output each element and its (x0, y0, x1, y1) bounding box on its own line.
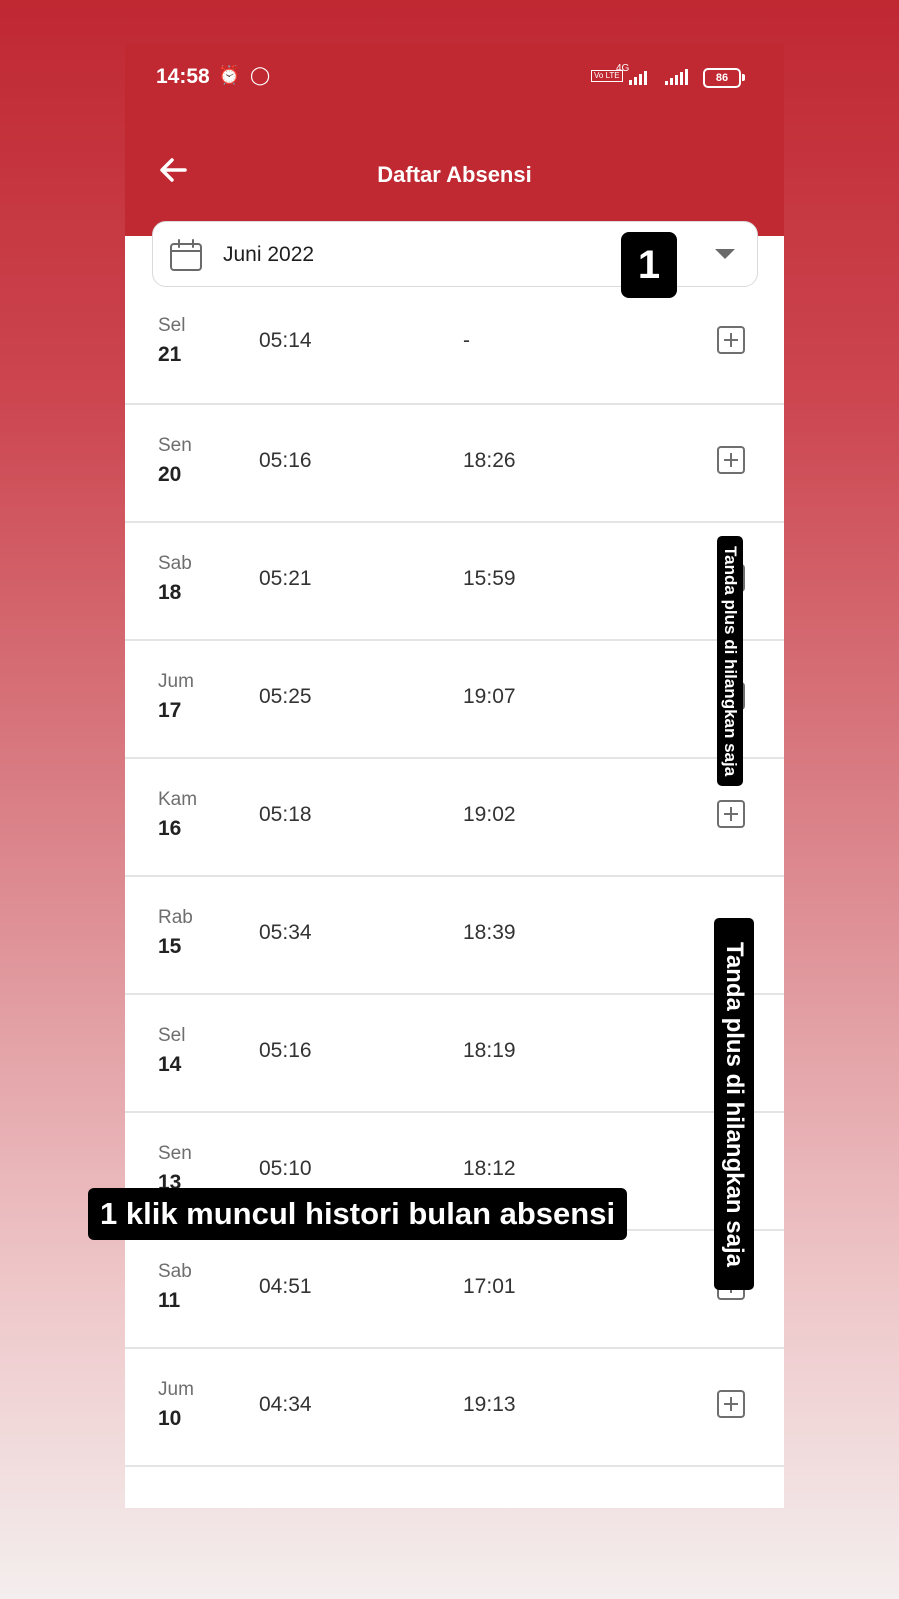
attendance-row: Jum 10 04:34 19:13 (125, 1349, 784, 1467)
phone-screen: 14:58 ⏰ ◯ Vo LTE 4G 86 Daftar Absensi Ju… (125, 43, 784, 1508)
check-in-time: 05:14 (259, 329, 312, 352)
check-in-time: 05:18 (259, 803, 312, 826)
annotation-caption-month: 1 klik muncul histori bulan absensi (88, 1188, 628, 1240)
attendance-row: Sab 18 05:21 15:59 (125, 523, 784, 641)
attendance-list: Sel 21 05:14 - Sen 20 05:16 18:26 Sab 18 05:21 15:5… (125, 285, 784, 1467)
add-icon[interactable] (717, 800, 745, 828)
check-in-time: 05:10 (259, 1157, 312, 1180)
month-value: Juni 2022 (223, 243, 315, 266)
add-icon[interactable] (717, 1390, 745, 1418)
day-name: Sab (158, 553, 192, 574)
day-name: Rab (158, 907, 193, 928)
status-bar: 14:58 ⏰ ◯ Vo LTE 4G 86 (125, 43, 784, 115)
day-date: 14 (158, 1053, 182, 1076)
battery-icon: 86 (703, 68, 741, 88)
day-date: 16 (158, 817, 182, 840)
annotation-marker: 1 (621, 232, 677, 298)
check-in-time: 05:16 (259, 1039, 312, 1062)
calendar-icon (170, 239, 202, 271)
check-out-time: 19:02 (463, 803, 516, 826)
attendance-row: Rab 15 05:34 18:39 (125, 877, 784, 995)
attendance-row: Sen 20 05:16 18:26 (125, 405, 784, 523)
day-name: Jum (158, 1379, 194, 1400)
check-out-time: 18:19 (463, 1039, 516, 1062)
check-in-time: 05:25 (259, 685, 312, 708)
signal-icon (629, 69, 647, 85)
add-icon[interactable] (717, 446, 745, 474)
check-in-time: 05:16 (259, 449, 312, 472)
status-time: 14:58 (156, 65, 210, 88)
day-name: Sen (158, 435, 192, 456)
check-in-time: 05:34 (259, 921, 312, 944)
day-name: Jum (158, 671, 194, 692)
day-date: 11 (158, 1289, 181, 1312)
network-type: 4G (616, 63, 630, 74)
chevron-down-icon (715, 249, 735, 259)
check-out-time: - (463, 329, 470, 352)
day-name: Kam (158, 789, 198, 810)
check-out-time: 17:01 (463, 1275, 516, 1298)
check-in-time: 05:21 (259, 567, 312, 590)
day-date: 21 (158, 343, 182, 366)
check-out-time: 18:12 (463, 1157, 516, 1180)
alarm-icon: ⏰ (218, 65, 241, 85)
whatsapp-icon: ◯ (250, 65, 271, 85)
check-out-time: 18:39 (463, 921, 516, 944)
check-in-time: 04:34 (259, 1393, 312, 1416)
attendance-row: Jum 17 05:25 19:07 (125, 641, 784, 759)
day-date: 18 (158, 581, 182, 604)
attendance-row: Sel 14 05:16 18:19 (125, 995, 784, 1113)
attendance-row: Kam 16 05:18 19:02 (125, 759, 784, 877)
annotation-caption-plus-large: Tanda plus di hilangkan saja (714, 918, 754, 1290)
day-name: Sen (158, 1143, 192, 1164)
battery-tip (742, 74, 745, 81)
day-date: 20 (158, 463, 182, 486)
check-out-time: 19:13 (463, 1393, 516, 1416)
check-out-time: 19:07 (463, 685, 516, 708)
attendance-row: Sel 21 05:14 - (125, 285, 784, 405)
annotation-caption-plus-small: Tanda plus di hilangkan saja (717, 536, 743, 786)
day-name: Sel (158, 315, 186, 336)
day-date: 17 (158, 699, 182, 722)
add-icon[interactable] (717, 326, 745, 354)
day-name: Sel (158, 1025, 186, 1046)
day-name: Sab (158, 1261, 192, 1282)
app-bar: Daftar Absensi (125, 115, 784, 236)
day-date: 15 (158, 935, 182, 958)
page-title: Daftar Absensi (377, 162, 532, 187)
signal-icon (665, 69, 688, 85)
check-out-time: 15:59 (463, 567, 516, 590)
check-out-time: 18:26 (463, 449, 516, 472)
day-date: 10 (158, 1407, 182, 1430)
check-in-time: 04:51 (259, 1275, 312, 1298)
attendance-row: Sab 11 04:51 17:01 (125, 1231, 784, 1349)
